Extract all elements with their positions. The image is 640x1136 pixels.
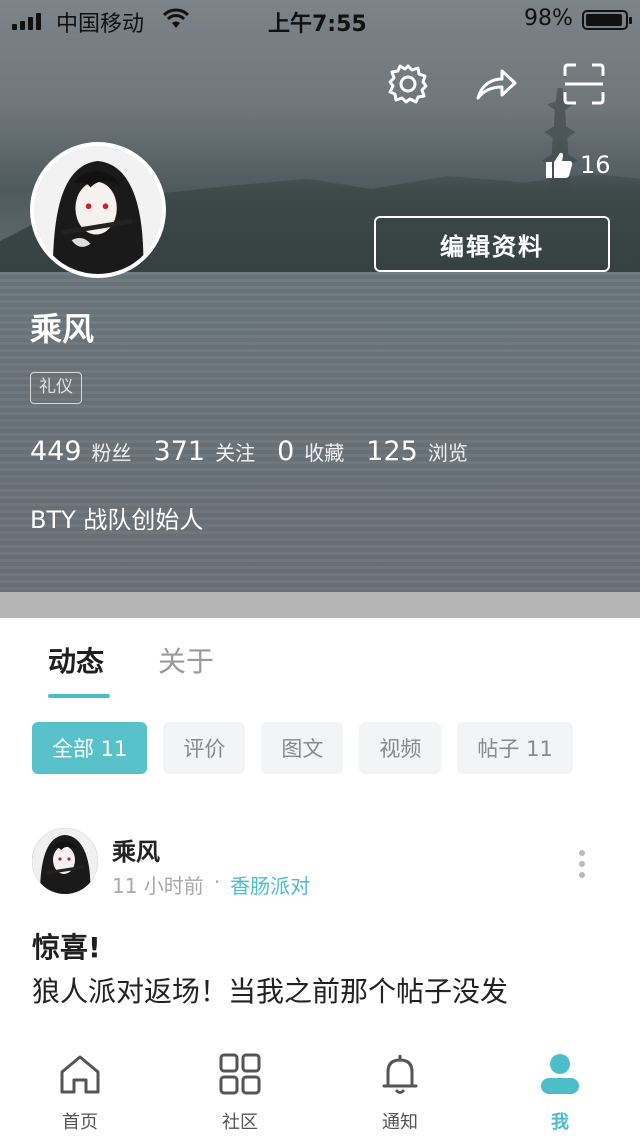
nav-label: 通知 [382, 1112, 418, 1133]
filter-image-text[interactable]: 图文 [261, 722, 344, 774]
filter-all[interactable]: 全部 11 [32, 722, 148, 774]
nav-community[interactable]: 社区 [190, 1052, 290, 1134]
nav-me[interactable]: 我 [510, 1052, 610, 1134]
post-time: 11 小时前 [112, 874, 204, 898]
nav-label: 我 [551, 1112, 569, 1133]
filter-chips: 全部 11 评价 图文 视频 帖子 11 [32, 722, 573, 774]
stat-label: 浏览 [427, 441, 468, 465]
profile-tag: 礼仪 [30, 372, 82, 404]
grid-icon [219, 1053, 261, 1095]
post-body[interactable]: 狼人派对返场！当我之前那个帖子没发 [32, 970, 508, 1010]
meta-separator: · [213, 870, 221, 894]
profile-tabs: 动态 关于 [0, 618, 640, 698]
post-author-avatar[interactable] [32, 828, 98, 894]
profile-stats: 449 粉丝 371 关注 0 收藏 125 浏览 [30, 436, 490, 467]
battery-percent: 98% [524, 6, 573, 31]
stat-views[interactable]: 125 浏览 [366, 436, 468, 467]
bell-icon [382, 1055, 418, 1094]
thumbs-up-icon [546, 152, 573, 178]
banner-divider [0, 592, 640, 618]
carrier-name: 中国移动 [56, 12, 145, 37]
nav-label: 社区 [222, 1112, 258, 1133]
tab-indicator [48, 694, 110, 698]
post-title[interactable]: 惊喜! [32, 926, 101, 966]
filter-videos[interactable]: 视频 [359, 722, 442, 774]
stat-label: 收藏 [304, 441, 345, 465]
stat-following[interactable]: 371 关注 [154, 436, 256, 467]
profile-avatar[interactable] [30, 142, 166, 278]
profile-bio: BTY 战队创始人 [30, 506, 204, 534]
home-icon [60, 1055, 100, 1094]
scan-icon[interactable] [562, 62, 606, 106]
status-bar: 中国移动 上午7:55 98% [0, 0, 640, 40]
nav-notifications[interactable]: 通知 [350, 1052, 450, 1134]
battery-icon [582, 10, 632, 30]
stat-value: 0 [277, 436, 295, 467]
nav-label: 首页 [62, 1112, 98, 1133]
person-icon [541, 1054, 579, 1094]
likes-counter[interactable]: 16 [544, 150, 611, 180]
post-author-name[interactable]: 乘风 [112, 832, 160, 867]
profile-name: 乘风 [30, 310, 95, 348]
stat-followers[interactable]: 449 粉丝 [30, 436, 132, 467]
stat-value: 125 [366, 436, 418, 467]
stat-favorites[interactable]: 0 收藏 [277, 436, 344, 467]
tab-about[interactable]: 关于 [158, 640, 214, 680]
banner-water [0, 272, 640, 592]
settings-icon[interactable] [386, 62, 430, 106]
status-time: 上午7:55 [268, 12, 367, 37]
stat-label: 关注 [215, 441, 256, 465]
post-meta: 11 小时前 · 香肠派对 [112, 870, 310, 899]
tab-activity[interactable]: 动态 [48, 640, 104, 680]
stat-value: 371 [153, 436, 206, 467]
stat-label: 粉丝 [91, 441, 132, 465]
wifi-icon [162, 8, 190, 36]
stat-value: 449 [30, 436, 82, 467]
post-topic[interactable]: 香肠派对 [230, 870, 310, 899]
signal-icon [12, 12, 41, 30]
more-options-icon[interactable] [570, 846, 594, 882]
bottom-navigation: 首页 社区 通知 我 [0, 1036, 640, 1136]
share-icon[interactable] [474, 62, 518, 106]
filter-posts[interactable]: 帖子 11 [457, 722, 573, 774]
edit-profile-button[interactable]: 编辑资料 [374, 216, 610, 272]
filter-reviews[interactable]: 评价 [163, 722, 246, 774]
nav-home[interactable]: 首页 [30, 1052, 130, 1134]
likes-count: 16 [580, 151, 611, 179]
